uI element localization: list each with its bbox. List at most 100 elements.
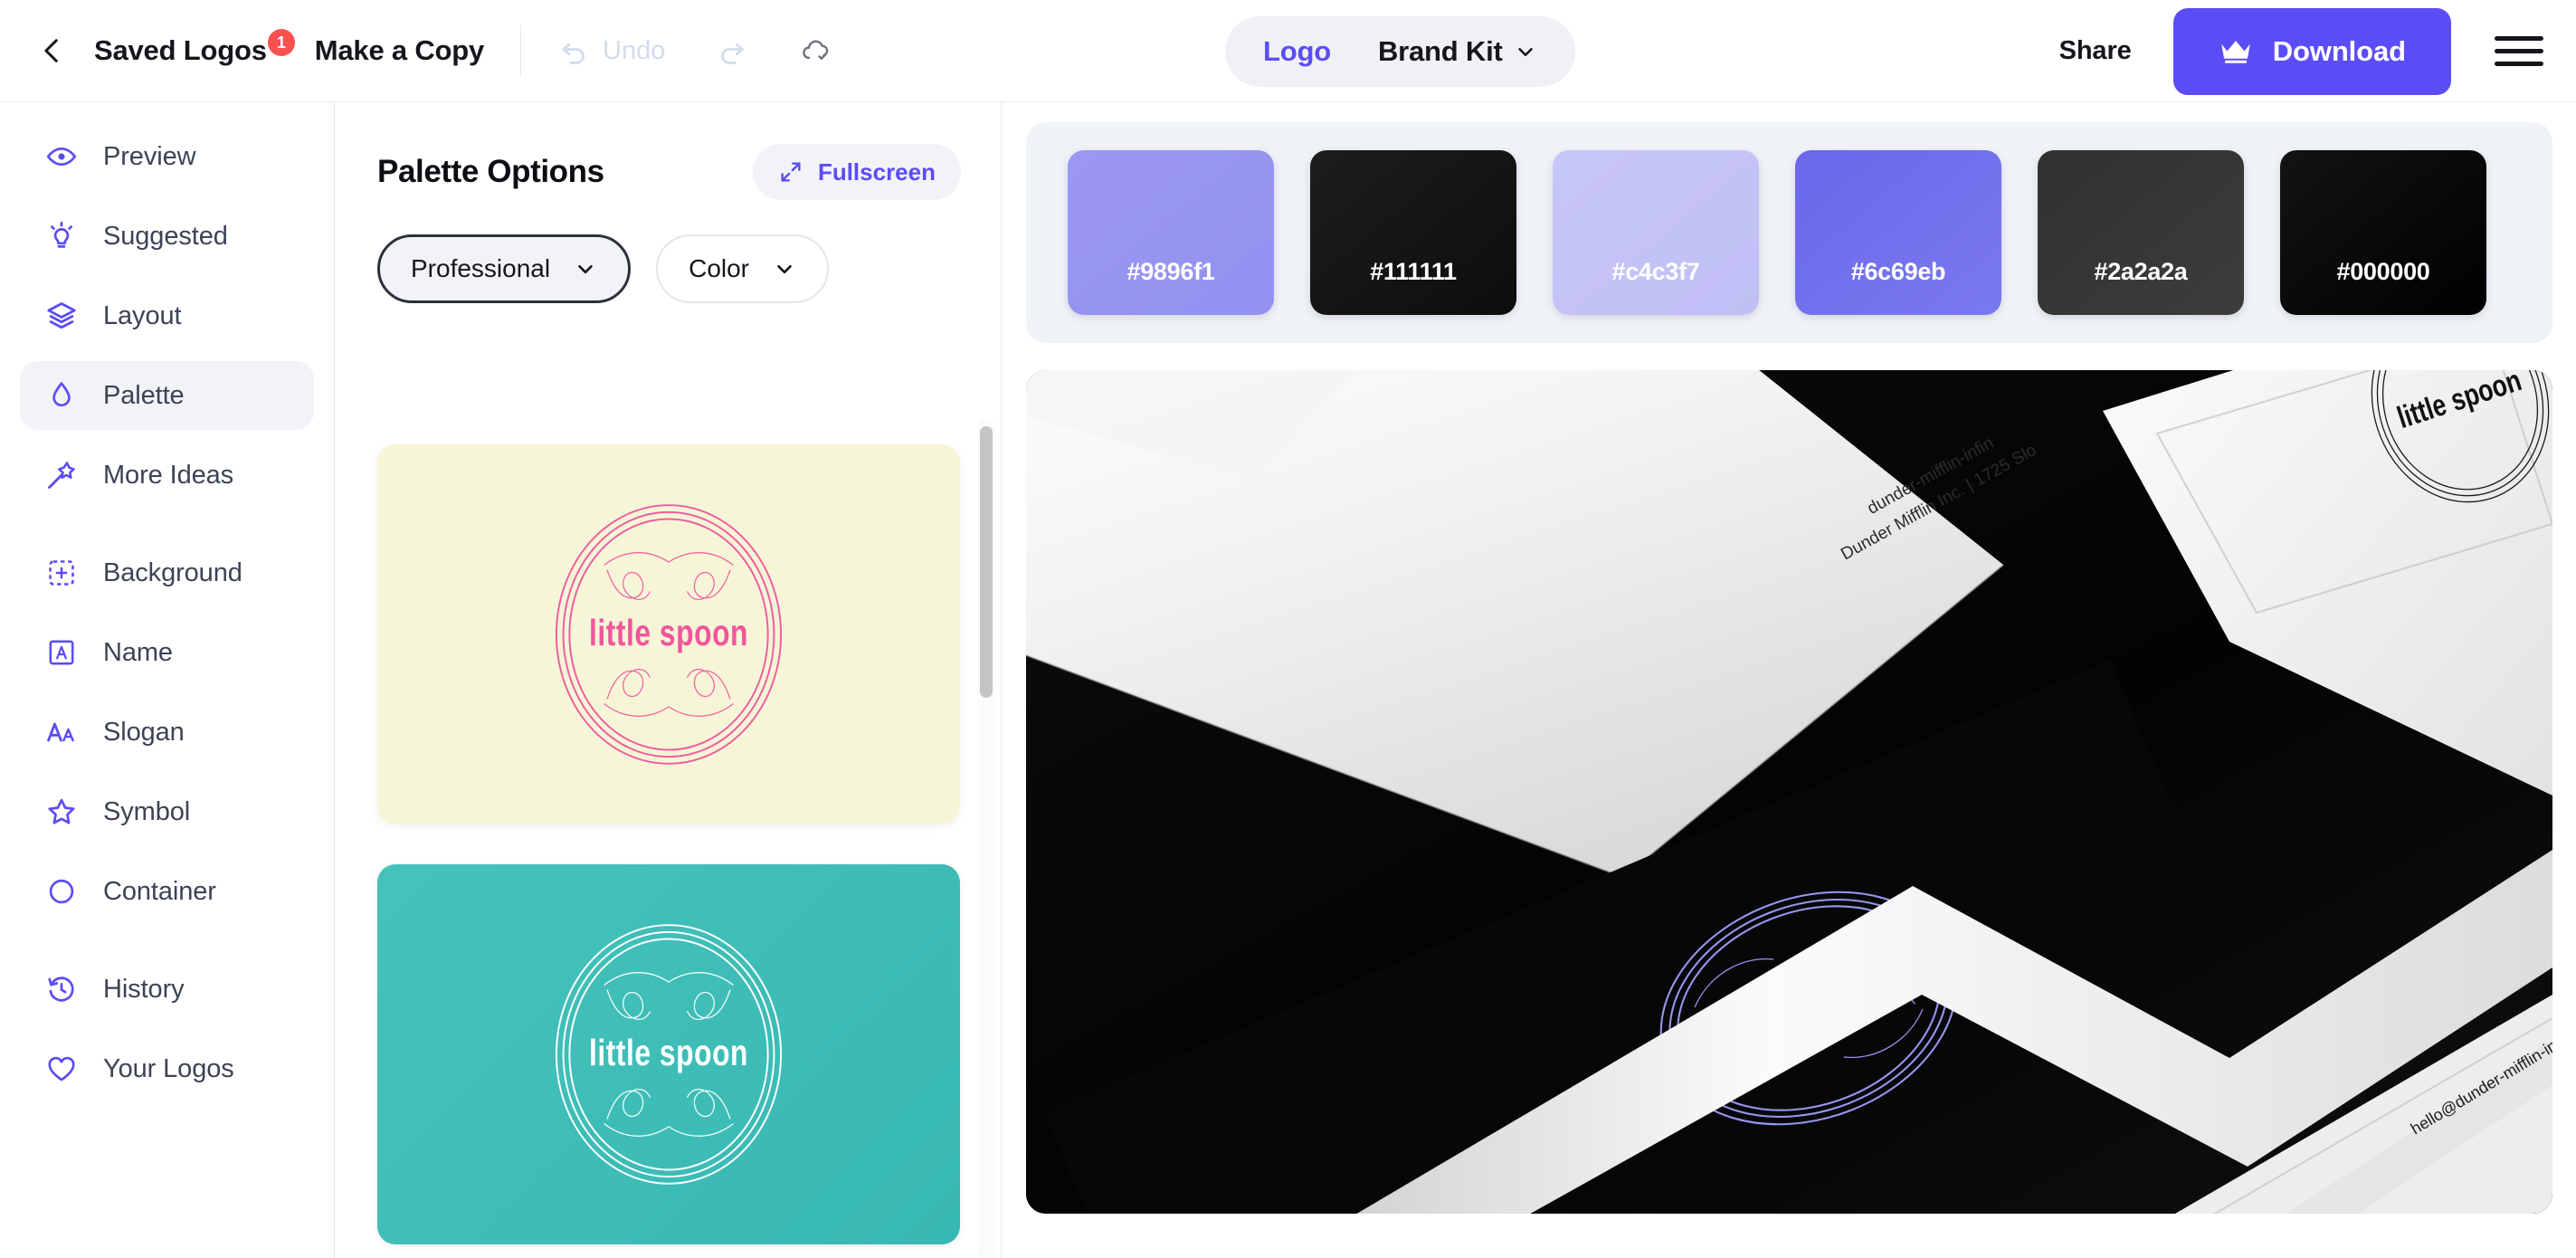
sidebar-item-suggested[interactable]: Suggested xyxy=(20,202,314,271)
tab-brand-kit[interactable]: Brand Kit xyxy=(1355,16,1561,87)
download-label: Download xyxy=(2272,34,2406,67)
magic-wand-icon xyxy=(43,457,80,493)
letter-a-box-icon xyxy=(43,634,80,671)
color-swatch-hex: #2a2a2a xyxy=(2094,258,2188,285)
color-dropdown-value: Color xyxy=(689,254,750,282)
style-dropdown-value: Professional xyxy=(411,254,551,282)
main-stage: #9896f1 #111111 #c4c3f7 #6c69eb #2a2a2a … xyxy=(1003,102,2576,1258)
circle-icon xyxy=(43,873,80,910)
page-title[interactable]: Saved Logos 1 xyxy=(94,29,295,67)
color-swatch[interactable]: #2a2a2a xyxy=(2038,150,2244,315)
sidebar-item-label: Layout xyxy=(103,300,182,330)
hamburger-bar xyxy=(2495,36,2543,41)
panel-header: Palette Options Fullscreen xyxy=(336,102,1001,200)
sidebar-item-label: Symbol xyxy=(103,796,191,826)
tab-logo[interactable]: Logo xyxy=(1240,16,1355,87)
download-button[interactable]: Download xyxy=(2172,7,2451,95)
heart-icon xyxy=(43,1051,80,1087)
toolbar-divider xyxy=(520,25,522,76)
color-swatch-hex: #c4c3f7 xyxy=(1611,258,1700,285)
color-swatch[interactable]: #9896f1 xyxy=(1068,150,1274,315)
top-right-actions: Share Download xyxy=(2059,0,2576,102)
make-a-copy-button[interactable]: Make a Copy xyxy=(315,34,485,67)
palette-card-list: little spoon little spoon xyxy=(336,444,1001,1258)
mockup-artwork: Dunder Mifflin Inc. | 1725 Slo dunder-mi… xyxy=(1026,370,2552,1214)
redo-button[interactable] xyxy=(716,34,748,67)
frame-plus-icon xyxy=(43,555,80,591)
sidebar-item-slogan[interactable]: Slogan xyxy=(20,698,314,767)
sidebar-item-label: Palette xyxy=(103,380,185,410)
palette-options-panel: Palette Options Fullscreen Professional … xyxy=(336,102,1002,1258)
svg-text:little spoon: little spoon xyxy=(589,612,748,653)
history-controls: Undo xyxy=(557,33,833,68)
hamburger-bar xyxy=(2495,49,2543,53)
lightbulb-icon xyxy=(43,218,80,254)
sidebar-item-container[interactable]: Container xyxy=(20,857,314,926)
panel-scrollbar[interactable] xyxy=(977,419,995,1258)
chevron-down-icon xyxy=(777,264,792,274)
fullscreen-button[interactable]: Fullscreen xyxy=(752,144,961,200)
sidebar-item-label: History xyxy=(103,974,185,1004)
logo-preview-cream: little spoon xyxy=(555,504,783,765)
sidebar-item-history[interactable]: History xyxy=(20,955,314,1024)
undo-label: Undo xyxy=(603,35,666,65)
eye-icon xyxy=(43,138,80,175)
color-swatch-hex: #000000 xyxy=(2336,258,2430,285)
sidebar-item-more-ideas[interactable]: More Ideas xyxy=(20,441,314,510)
font-size-icon xyxy=(43,714,80,750)
style-dropdown[interactable]: Professional xyxy=(377,234,632,303)
sidebar-item-label: Preview xyxy=(103,141,196,171)
chevron-left-icon xyxy=(44,39,58,62)
sidebar-item-label: Slogan xyxy=(103,717,185,747)
panel-title: Palette Options xyxy=(377,154,604,189)
expand-arrows-icon xyxy=(781,162,801,182)
color-swatch[interactable]: #6c69eb xyxy=(1795,150,2001,315)
color-swatch-hex: #111111 xyxy=(1370,258,1457,285)
status-badge: 1 xyxy=(267,29,295,56)
undo-button[interactable]: Undo xyxy=(557,34,665,67)
sidebar-item-palette[interactable]: Palette xyxy=(20,361,314,430)
tab-logo-label: Logo xyxy=(1263,35,1331,67)
droplet-icon xyxy=(43,377,80,414)
color-swatch-panel: #9896f1 #111111 #c4c3f7 #6c69eb #2a2a2a … xyxy=(1026,122,2552,343)
svg-text:little spoon: little spoon xyxy=(589,1032,748,1073)
color-swatch[interactable]: #000000 xyxy=(2280,150,2486,315)
color-dropdown[interactable]: Color xyxy=(656,234,830,303)
sidebar-item-symbol[interactable]: Symbol xyxy=(20,777,314,846)
star-icon xyxy=(43,794,80,830)
scrollbar-thumb[interactable] xyxy=(980,426,993,698)
layers-icon xyxy=(43,298,80,334)
page-title-text: Saved Logos xyxy=(94,34,267,66)
sidebar-item-label: Your Logos xyxy=(103,1053,234,1083)
sidebar-item-your-logos[interactable]: Your Logos xyxy=(20,1034,314,1103)
chevron-down-icon xyxy=(1517,48,1533,57)
color-swatch-hex: #6c69eb xyxy=(1850,258,1946,285)
back-button[interactable] xyxy=(25,24,80,78)
tab-brand-kit-label: Brand Kit xyxy=(1377,35,1503,67)
sidebar-item-background[interactable]: Background xyxy=(20,538,314,607)
color-swatch[interactable]: #111111 xyxy=(1310,150,1516,315)
stationery-mockup[interactable]: Dunder Mifflin Inc. | 1725 Slo dunder-mi… xyxy=(1026,370,2552,1214)
sidebar-item-layout[interactable]: Layout xyxy=(20,281,314,350)
logo-preview-teal: little spoon xyxy=(555,924,783,1185)
fullscreen-label: Fullscreen xyxy=(817,157,936,186)
history-clock-icon xyxy=(43,971,80,1007)
color-swatch[interactable]: #c4c3f7 xyxy=(1553,150,1759,315)
sidebar-item-name[interactable]: Name xyxy=(20,618,314,687)
share-button[interactable]: Share xyxy=(2059,36,2132,66)
sidebar-item-label: Suggested xyxy=(103,221,228,251)
sidebar-item-label: Name xyxy=(103,637,173,667)
top-toolbar: Saved Logos 1 Make a Copy Undo Logo Bran… xyxy=(0,0,2576,102)
cloud-saved-button[interactable] xyxy=(799,33,833,68)
hamburger-bar xyxy=(2495,62,2543,66)
palette-card-teal[interactable]: little spoon xyxy=(377,864,960,1244)
palette-card-cream[interactable]: little spoon xyxy=(377,444,960,824)
left-sidebar: Preview Suggested Layout Palette More Id… xyxy=(0,102,335,1258)
palette-filters: Professional Color xyxy=(336,200,1001,303)
sidebar-item-label: Container xyxy=(103,876,216,906)
hamburger-menu-icon[interactable] xyxy=(2495,36,2543,66)
crown-icon xyxy=(2220,40,2250,63)
sidebar-item-preview[interactable]: Preview xyxy=(20,122,314,191)
redo-arrow-icon xyxy=(721,43,745,64)
cloud-saved-check-icon xyxy=(803,40,829,61)
